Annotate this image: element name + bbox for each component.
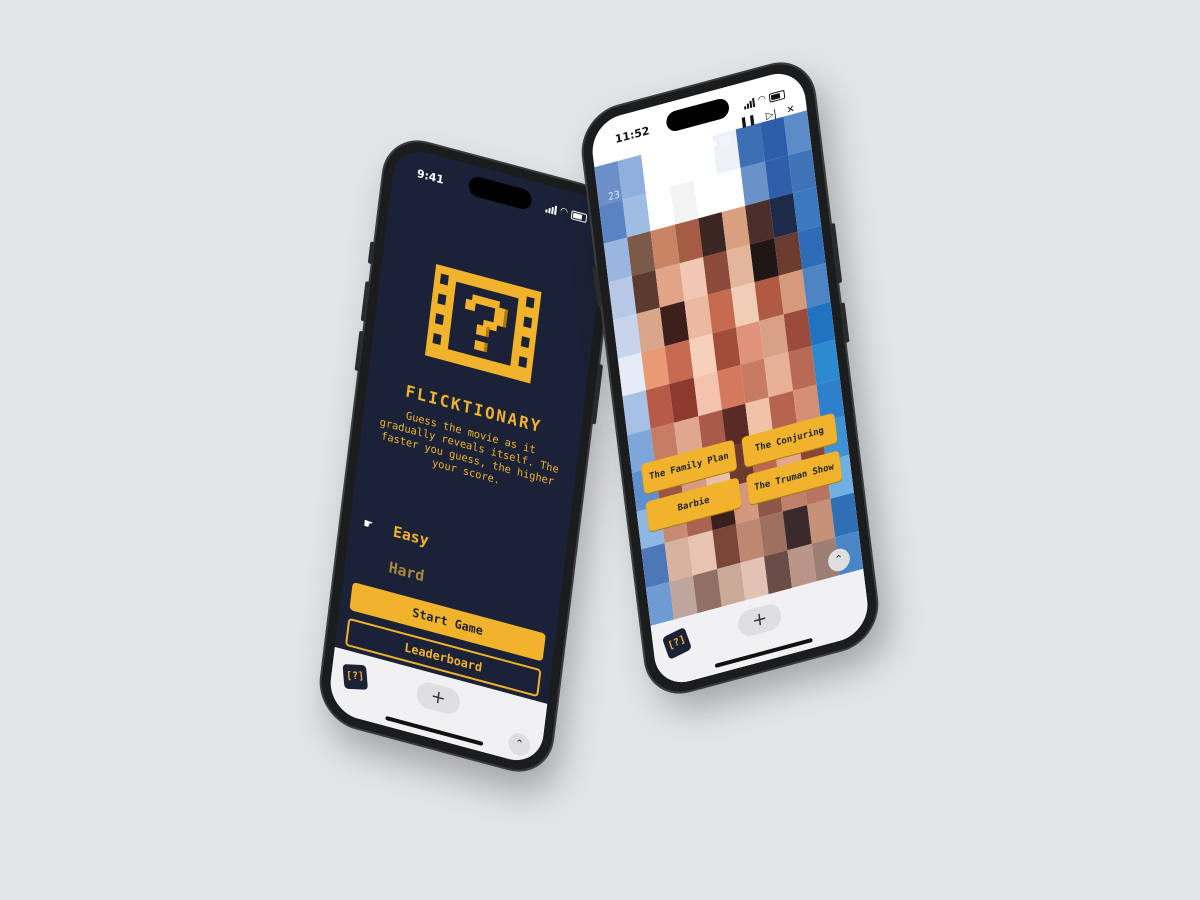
volume-up-button: [360, 280, 371, 322]
phone-game-screen: 11:52 ◠ ♥♥♥♥♡ ❚❚ ▷| ✕ 23 The Family Plan…: [579, 55, 881, 701]
mosaic-tile: [806, 301, 836, 346]
status-time: 11:52: [614, 124, 651, 147]
wifi-icon: ◠: [757, 93, 766, 106]
side-button: [839, 302, 850, 344]
mosaic-tile: [797, 224, 826, 270]
pointing-hand-icon: ☛: [363, 515, 374, 534]
status-time: 9:41: [416, 166, 445, 187]
game-screen: 11:52 ◠ ♥♥♥♥♡ ❚❚ ▷| ✕ 23 The Family Plan…: [588, 66, 872, 690]
chevron-up-icon[interactable]: ⌃: [507, 730, 532, 759]
mosaic-tile: [830, 492, 859, 537]
difficulty-label: Hard: [387, 558, 426, 586]
mosaic-tile: [811, 339, 840, 385]
mosaic-tile: [802, 263, 831, 308]
pixelated-movie-frame: [594, 110, 864, 626]
battery-icon: [570, 209, 588, 223]
home-indicator: [385, 715, 484, 746]
mosaic-tile: [788, 148, 817, 194]
phone-start-screen: 9:41 ◠ FLICKTIONARY Guess the movie as i…: [317, 133, 619, 779]
battery-icon: [768, 89, 786, 103]
signal-icon: [545, 203, 558, 215]
mute-switch: [367, 241, 376, 265]
new-tab-button[interactable]: +: [415, 679, 462, 717]
new-tab-button[interactable]: +: [736, 601, 783, 639]
power-button: [829, 222, 843, 284]
wifi-icon: ◠: [559, 206, 568, 218]
difficulty-label: Easy: [392, 522, 430, 550]
home-indicator: [714, 637, 813, 668]
power-button: [590, 363, 604, 425]
mosaic-tile: [792, 186, 822, 232]
app-favicon-icon[interactable]: [?]: [342, 664, 368, 690]
film-question-logo-icon: [424, 263, 542, 384]
volume-down-button: [354, 330, 365, 372]
app-favicon-icon[interactable]: [?]: [661, 626, 692, 660]
start-screen: 9:41 ◠ FLICKTIONARY Guess the movie as i…: [326, 144, 610, 768]
signal-icon: [743, 97, 756, 110]
